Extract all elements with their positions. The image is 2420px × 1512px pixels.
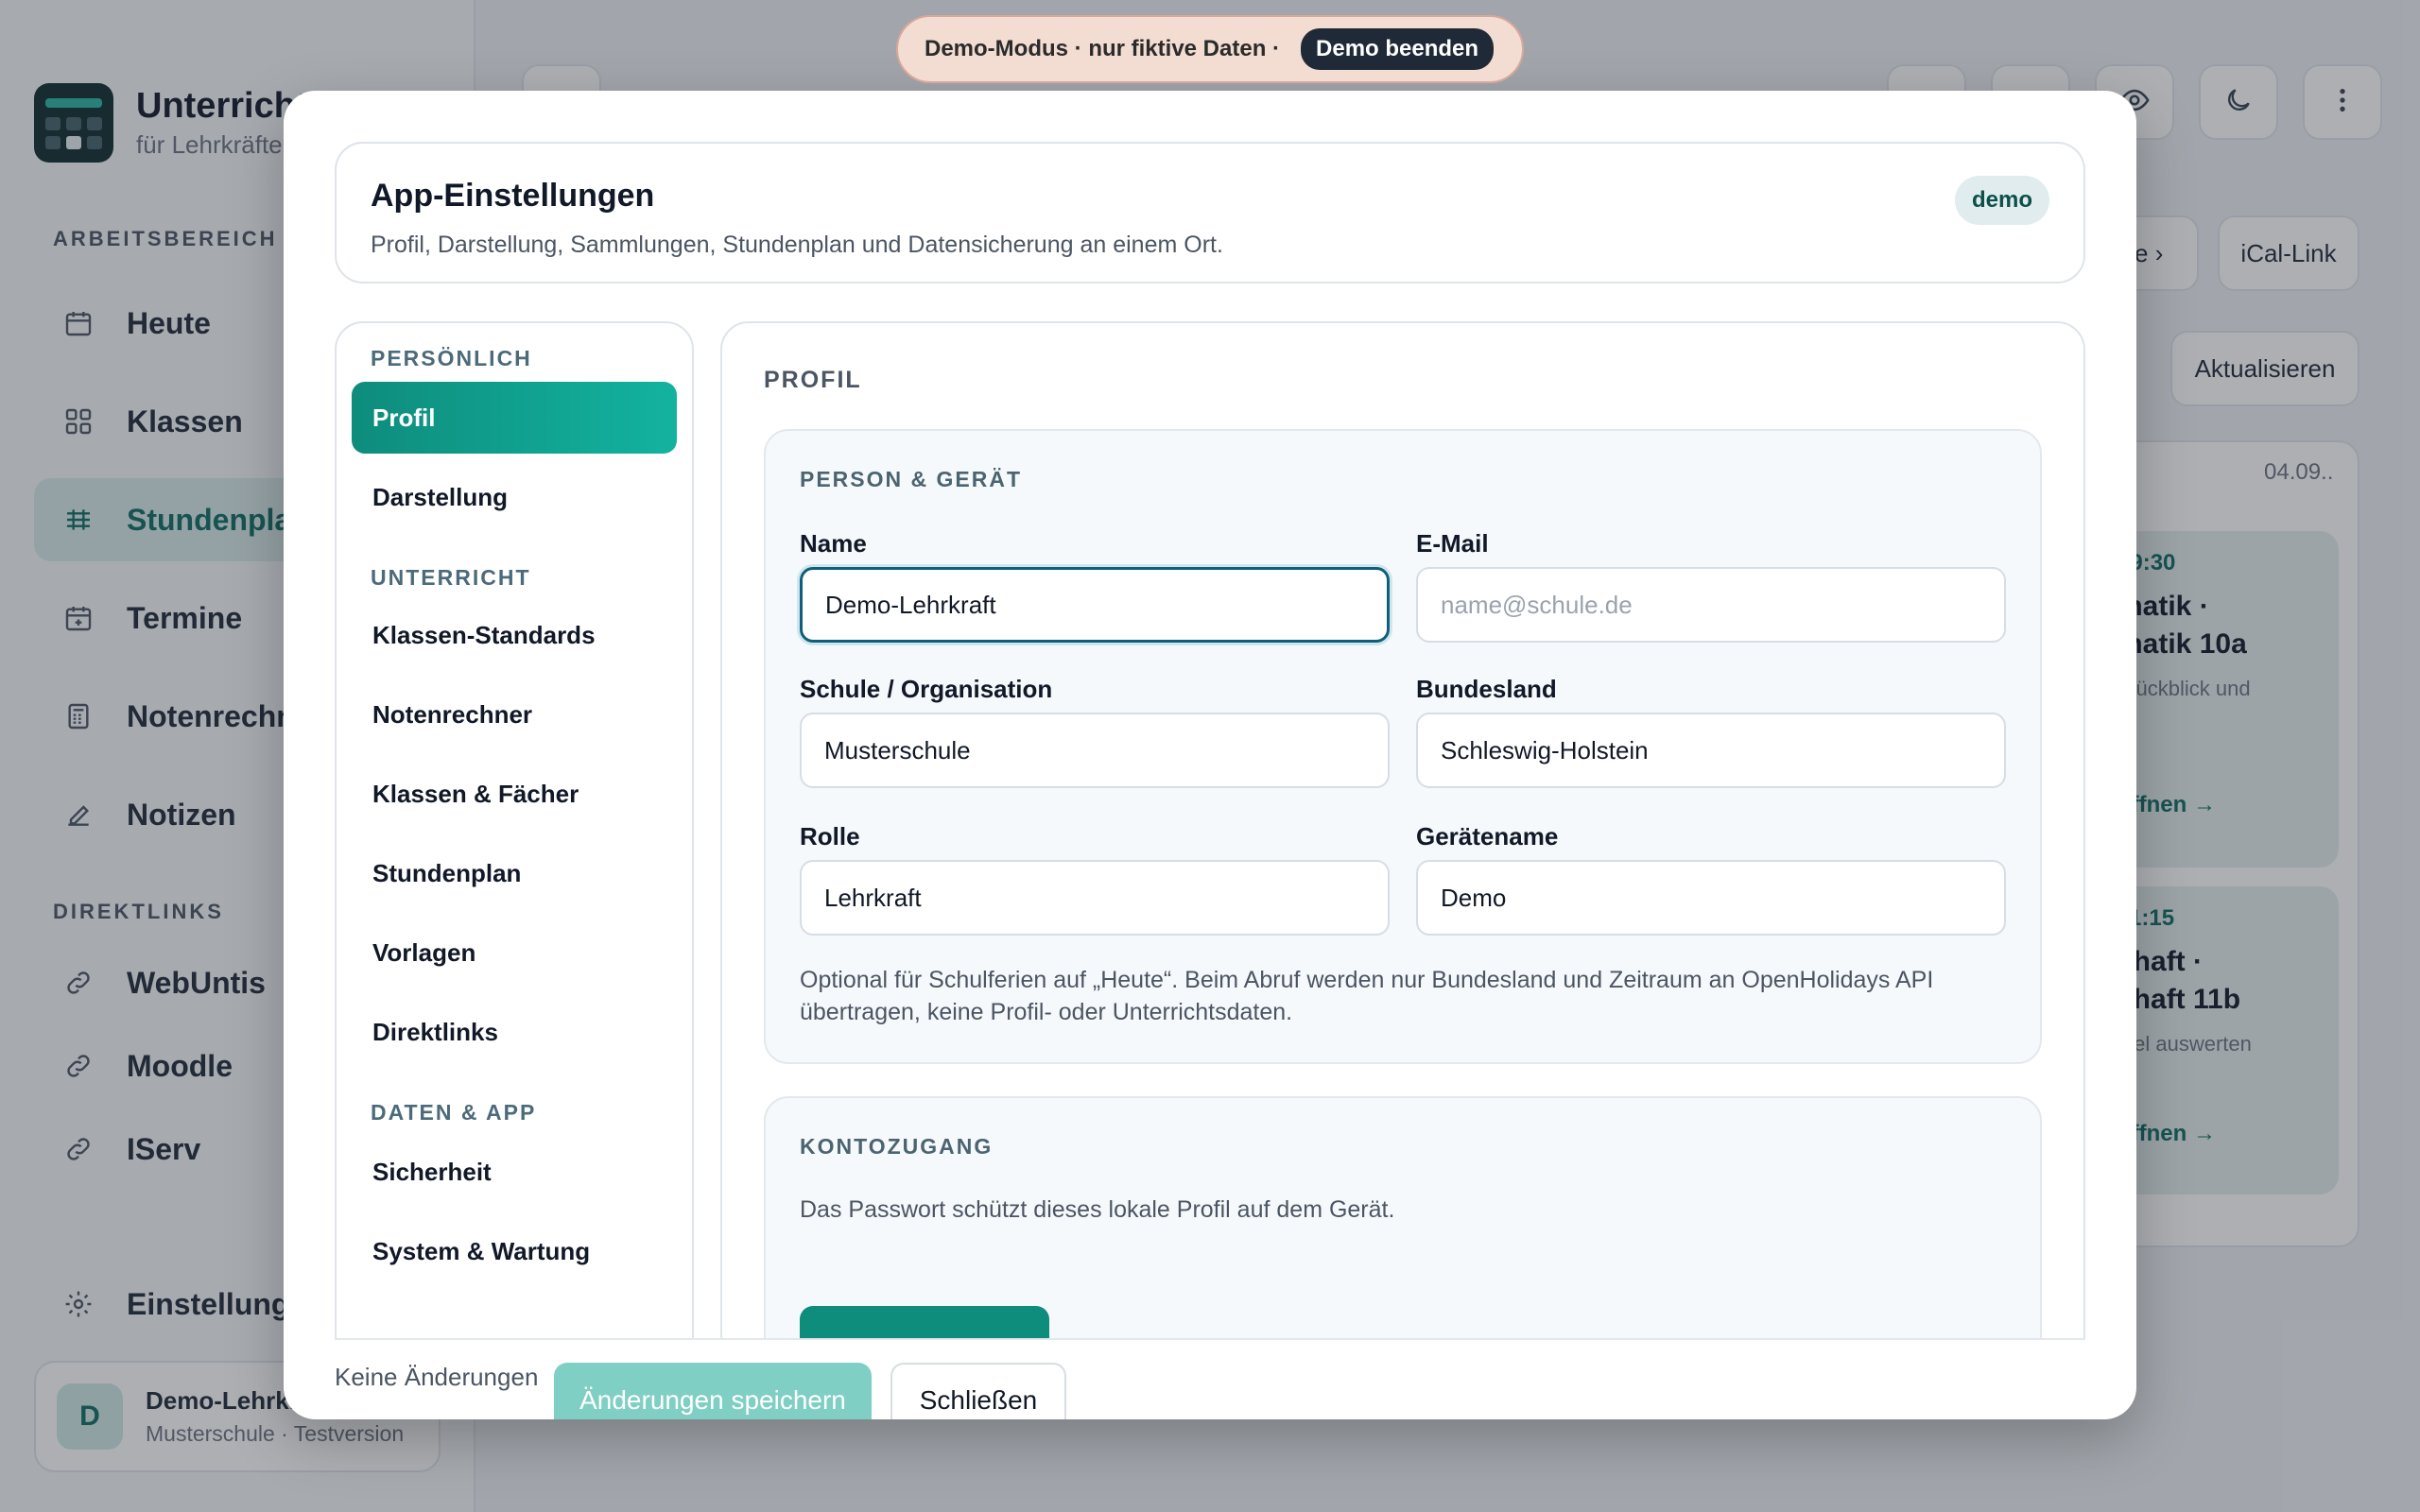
settings-nav: PERSÖNLICH Profil Darstellung UNTERRICHT… (335, 321, 694, 1418)
settings-tab-sicherheit[interactable]: Sicherheit (352, 1136, 677, 1208)
demo-banner: Demo-Modus · nur fiktive Daten · Demo be… (896, 15, 1524, 83)
close-button[interactable]: Schließen (890, 1363, 1066, 1419)
settings-section-daten-app: DATEN & APP (371, 1100, 537, 1125)
settings-section-unterricht: UNTERRICHT (371, 565, 531, 590)
role-input[interactable] (800, 860, 1390, 936)
settings-tab-klassen-faecher[interactable]: Klassen & Fächer (352, 758, 677, 830)
device-name-input[interactable] (1416, 860, 2006, 936)
state-label: Bundesland (1416, 675, 1557, 703)
demo-badge: demo (1954, 176, 2049, 225)
device-name-label: Gerätename (1416, 822, 1559, 850)
settings-tab-system-wartung[interactable]: System & Wartung (352, 1215, 677, 1287)
settings-dialog: App-Einstellungen Profil, Darstellung, S… (284, 91, 2136, 1419)
holiday-hint: Optional für Schulferien auf „Heute“. Be… (800, 967, 1934, 1025)
settings-content: PROFIL PERSON & GERÄT Name E-Mail Schule… (720, 321, 2085, 1418)
dialog-footer: Keine Änderungen Änderungen speichern Sc… (335, 1338, 2085, 1419)
card-title: PERSON & GERÄT (800, 467, 1023, 491)
account-description: Das Passwort schützt dieses lokale Profi… (800, 1196, 1395, 1223)
settings-tab-stundenplan[interactable]: Stundenplan (352, 837, 677, 909)
email-input[interactable] (1416, 567, 2006, 643)
save-status: Keine Änderungen (335, 1363, 539, 1391)
role-label: Rolle (800, 822, 860, 850)
name-label: Name (800, 529, 867, 558)
settings-tab-vorlagen[interactable]: Vorlagen (352, 917, 677, 988)
settings-tab-notenrechner[interactable]: Notenrechner (352, 679, 677, 750)
name-input[interactable] (800, 567, 1390, 643)
demo-banner-text: Demo-Modus · nur fiktive Daten · (925, 36, 1281, 61)
dialog-title: App-Einstellungen (371, 178, 655, 214)
account-access-card: KONTOZUGANG Das Passwort schützt dieses … (764, 1096, 2042, 1380)
end-demo-button[interactable]: Demo beenden (1301, 28, 1495, 70)
state-input[interactable] (1416, 713, 2006, 788)
settings-tab-direktlinks[interactable]: Direktlinks (352, 996, 677, 1068)
section-title: PROFIL (764, 367, 862, 393)
settings-tab-darstellung[interactable]: Darstellung (352, 461, 677, 533)
dialog-header: App-Einstellungen Profil, Darstellung, S… (335, 142, 2085, 284)
school-input[interactable] (800, 713, 1390, 788)
school-label: Schule / Organisation (800, 675, 1053, 703)
settings-section-persoenlich: PERSÖNLICH (371, 346, 532, 370)
save-changes-button[interactable]: Änderungen speichern (554, 1363, 872, 1419)
card-title: KONTOZUGANG (800, 1134, 994, 1159)
dialog-subtitle: Profil, Darstellung, Sammlungen, Stunden… (371, 232, 1223, 258)
person-device-card: PERSON & GERÄT Name E-Mail Schule / Orga… (764, 429, 2042, 1064)
email-label: E-Mail (1416, 529, 1489, 558)
settings-tab-profil[interactable]: Profil (352, 382, 677, 454)
settings-tab-klassen-standards[interactable]: Klassen-Standards (352, 599, 677, 671)
